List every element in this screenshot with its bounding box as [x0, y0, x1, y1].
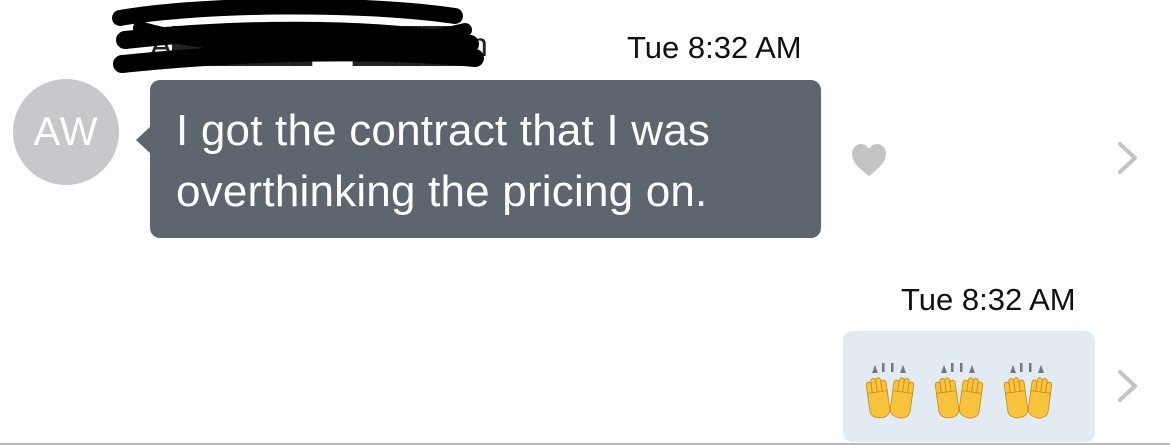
avatar[interactable]: AW: [13, 79, 119, 185]
bubble-tail: [136, 126, 151, 154]
message-line-1: I got the contract that I was: [176, 106, 711, 155]
incoming-message-bubble[interactable]: I got the contract that I was overthinki…: [136, 80, 821, 238]
heart-icon[interactable]: [850, 142, 888, 178]
avatar-initials: AW: [33, 109, 99, 154]
message-line-2: overthinking the pricing on.: [176, 167, 708, 216]
message-thread: A██████ W█████n Tue 8:32 AM AW I got the…: [0, 0, 1170, 445]
redaction-scribble: [112, 0, 484, 73]
chevron-right-icon[interactable]: [1114, 367, 1142, 405]
chevron-right-icon[interactable]: [1114, 139, 1142, 177]
raised-hands-emoji: [843, 331, 1095, 442]
incoming-timestamp: Tue 8:32 AM: [627, 30, 802, 65]
outgoing-timestamp: Tue 8:32 AM: [901, 282, 1076, 317]
incoming-message-text: I got the contract that I was overthinki…: [176, 100, 795, 222]
outgoing-message-bubble[interactable]: [843, 331, 1095, 442]
